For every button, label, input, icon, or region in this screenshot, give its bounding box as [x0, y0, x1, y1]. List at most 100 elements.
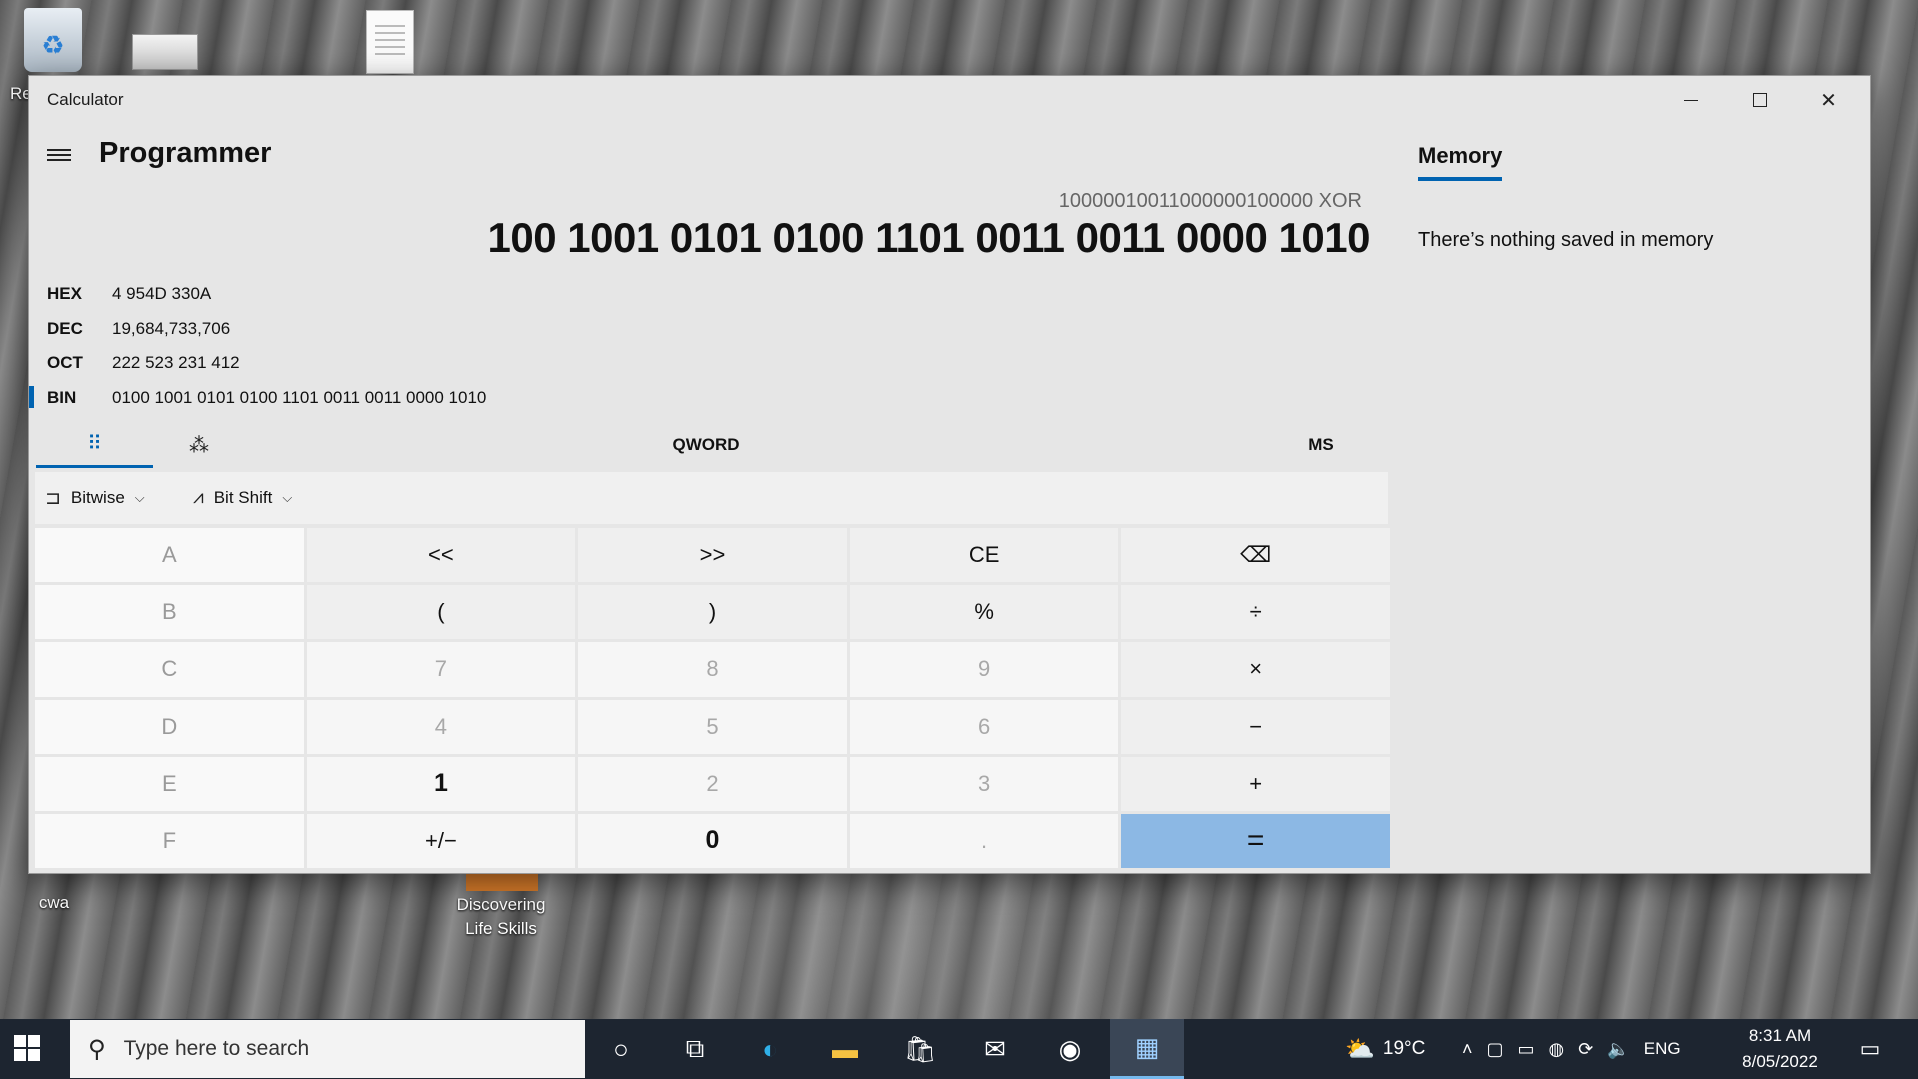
key-subtract[interactable]: −: [1121, 699, 1390, 754]
key-multiply[interactable]: ×: [1121, 642, 1390, 697]
desktop-label-cwa[interactable]: cwa: [36, 893, 72, 913]
chevron-up-icon[interactable]: ˄: [1462, 1039, 1473, 1060]
radix-value: 4 954D 330A: [112, 284, 212, 303]
radix-value: 0100 1001 0101 0100 1101 0011 0011 0000 …: [112, 388, 487, 407]
task-view-button[interactable]: ⧉: [665, 1019, 725, 1079]
radix-name: BIN: [47, 388, 77, 407]
recycle-symbol-icon: ♻: [41, 30, 65, 60]
word-size-button[interactable]: QWORD: [646, 422, 766, 468]
key-close-paren[interactable]: ): [578, 585, 847, 640]
weather-widget[interactable]: ⛅ 19°C: [1345, 1019, 1425, 1079]
key-b[interactable]: B: [35, 585, 304, 640]
operators-toolbar: ⊐ Bitwise ⌵ ⩘ Bit Shift ⌵: [35, 472, 1388, 524]
meet-now-icon[interactable]: ▢: [1487, 1039, 1504, 1060]
bit-shift-dropdown[interactable]: ⩘ Bit Shift ⌵: [193, 472, 292, 524]
key-e[interactable]: E: [35, 756, 304, 811]
maximize-button[interactable]: [1725, 76, 1794, 124]
windows-logo-pane: [28, 1049, 40, 1061]
folder-icon: ▬: [832, 1033, 858, 1064]
language-indicator[interactable]: ENG: [1644, 1039, 1681, 1059]
recycle-bin-icon[interactable]: ♻: [24, 8, 82, 72]
calculator-taskbar-button[interactable]: ▦: [1110, 1019, 1184, 1079]
full-keypad-tab[interactable]: ⠿: [36, 422, 153, 468]
notifications-button[interactable]: ▭: [1840, 1019, 1900, 1079]
key-percent[interactable]: %: [849, 585, 1119, 640]
document-icon[interactable]: [366, 10, 414, 74]
file-explorer-taskbar-button[interactable]: ▬: [815, 1019, 875, 1079]
minimize-button[interactable]: [1656, 76, 1725, 124]
cortana-button[interactable]: ○: [591, 1019, 651, 1079]
hamburger-line: [47, 149, 71, 151]
cortana-icon: ○: [613, 1033, 629, 1064]
expression-display: 10000010011000000100000 XOR: [1058, 190, 1362, 212]
radix-oct[interactable]: OCT 222 523 231 412: [29, 345, 589, 379]
minimize-icon: [1683, 99, 1698, 101]
radix-bin[interactable]: BIN 0100 1001 0101 0100 1101 0011 0011 0…: [29, 380, 589, 414]
desktop-label-life-skills[interactable]: Discovering Life Skills: [446, 893, 556, 941]
navigation-menu-button[interactable]: [47, 146, 71, 166]
system-tray: ˄ ▢ ▭ ◍ ⟳ 🔈 ENG: [1462, 1019, 1681, 1079]
key-f[interactable]: F: [35, 813, 304, 868]
hamburger-line: [47, 154, 71, 156]
key-0[interactable]: 0: [578, 813, 847, 868]
start-button[interactable]: [14, 1035, 40, 1061]
key-d[interactable]: D: [35, 699, 304, 754]
partly-cloudy-icon: ⛅: [1345, 1035, 1375, 1063]
taskbar-clock[interactable]: 8:31 AM 8/05/2022: [1734, 1023, 1826, 1075]
key-decimal[interactable]: .: [849, 813, 1119, 868]
chevron-down-icon: ⌵: [134, 490, 145, 505]
computer-icon[interactable]: [132, 34, 198, 70]
selected-radix-indicator: [29, 386, 34, 408]
mail-taskbar-button[interactable]: ✉: [965, 1019, 1025, 1079]
key-6[interactable]: 6: [849, 699, 1119, 754]
bit-shift-icon: ⩘: [193, 487, 204, 508]
key-c[interactable]: C: [35, 642, 304, 697]
logic-gate-icon: ⊐: [45, 487, 61, 509]
key-2[interactable]: 2: [578, 756, 847, 811]
network-globe-icon[interactable]: ◍: [1549, 1039, 1565, 1060]
key-clear-entry[interactable]: CE: [849, 528, 1119, 583]
key-left-shift[interactable]: <<: [306, 528, 576, 583]
search-placeholder: Type here to search: [123, 1037, 310, 1060]
key-equals[interactable]: =: [1121, 813, 1390, 868]
windows-logo-pane: [14, 1035, 26, 1047]
bitwise-dropdown[interactable]: ⊐ Bitwise ⌵: [45, 472, 145, 524]
key-7[interactable]: 7: [306, 642, 576, 697]
key-a[interactable]: A: [35, 528, 304, 583]
life-skills-thumbnail-icon[interactable]: [466, 873, 538, 891]
key-negate[interactable]: +/−: [306, 813, 576, 868]
radix-name: HEX: [47, 284, 82, 303]
close-button[interactable]: ✕: [1794, 76, 1863, 124]
volume-icon[interactable]: 🔈: [1607, 1039, 1629, 1060]
taskbar-search-box[interactable]: ⚲ Type here to search: [70, 1020, 585, 1078]
key-right-shift[interactable]: >>: [578, 528, 847, 583]
key-3[interactable]: 3: [849, 756, 1119, 811]
bit-toggling-keypad-icon: ⁂: [189, 434, 209, 457]
bit-toggling-tab[interactable]: ⁂: [169, 422, 229, 468]
chevron-down-icon: ⌵: [282, 490, 293, 505]
camera-icon: ◉: [1058, 1033, 1082, 1064]
key-open-paren[interactable]: (: [306, 585, 576, 640]
key-8[interactable]: 8: [578, 642, 847, 697]
edge-taskbar-button[interactable]: ◐: [740, 1019, 800, 1079]
sync-icon[interactable]: ⟳: [1578, 1039, 1593, 1060]
memory-tab[interactable]: Memory: [1418, 143, 1503, 181]
key-9[interactable]: 9: [849, 642, 1119, 697]
store-taskbar-button[interactable]: 🛍: [890, 1019, 950, 1079]
key-add[interactable]: +: [1121, 756, 1390, 811]
key-1[interactable]: 1: [306, 756, 576, 811]
title-bar[interactable]: Calculator ✕: [29, 76, 1870, 124]
radix-value: 19,684,733,706: [112, 319, 231, 338]
camera-taskbar-button[interactable]: ◉: [1040, 1019, 1100, 1079]
key-backspace[interactable]: ⌫: [1121, 528, 1390, 583]
radix-dec[interactable]: DEC 19,684,733,706: [29, 311, 589, 345]
key-5[interactable]: 5: [578, 699, 847, 754]
battery-icon[interactable]: ▭: [1518, 1039, 1535, 1060]
memory-store-button[interactable]: MS: [1291, 422, 1351, 468]
task-view-icon: ⧉: [685, 1033, 705, 1063]
radix-hex[interactable]: HEX 4 954D 330A: [29, 276, 589, 310]
key-4[interactable]: 4: [306, 699, 576, 754]
hamburger-line: [47, 159, 71, 161]
search-icon: ⚲: [88, 1035, 106, 1063]
key-divide[interactable]: ÷: [1121, 585, 1390, 640]
